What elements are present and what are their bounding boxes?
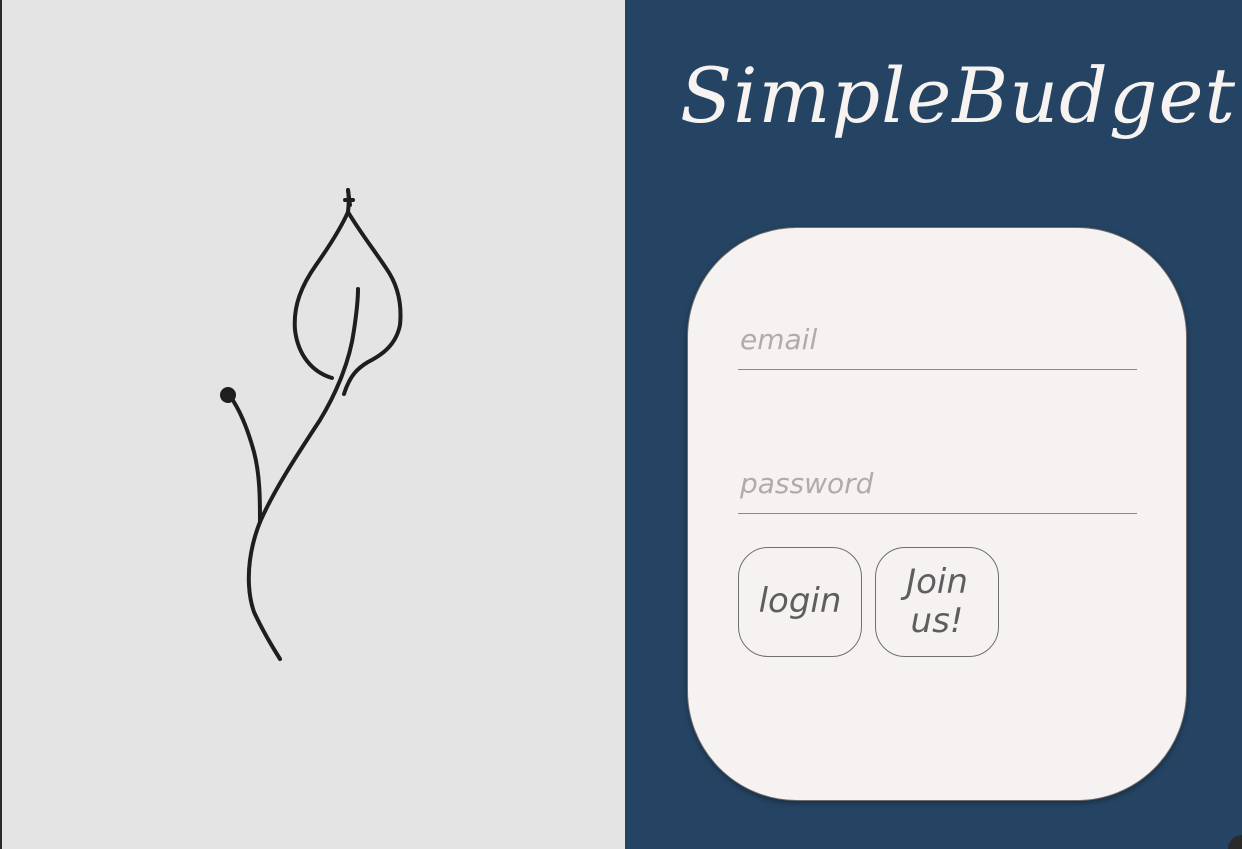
email-field[interactable] [738, 310, 1137, 370]
login-panel: SimpleBudget login Join us! [625, 0, 1242, 849]
join-us-button[interactable]: Join us! [875, 547, 999, 657]
illustration-panel [0, 0, 625, 849]
login-page: SimpleBudget login Join us! [0, 0, 1242, 849]
window-corner [1228, 835, 1242, 849]
password-field[interactable] [738, 454, 1137, 514]
app-title: SimpleBudget [680, 51, 1236, 140]
login-button[interactable]: login [738, 547, 862, 657]
plant-leaf-icon [220, 188, 403, 661]
login-card: login Join us! [687, 227, 1187, 801]
